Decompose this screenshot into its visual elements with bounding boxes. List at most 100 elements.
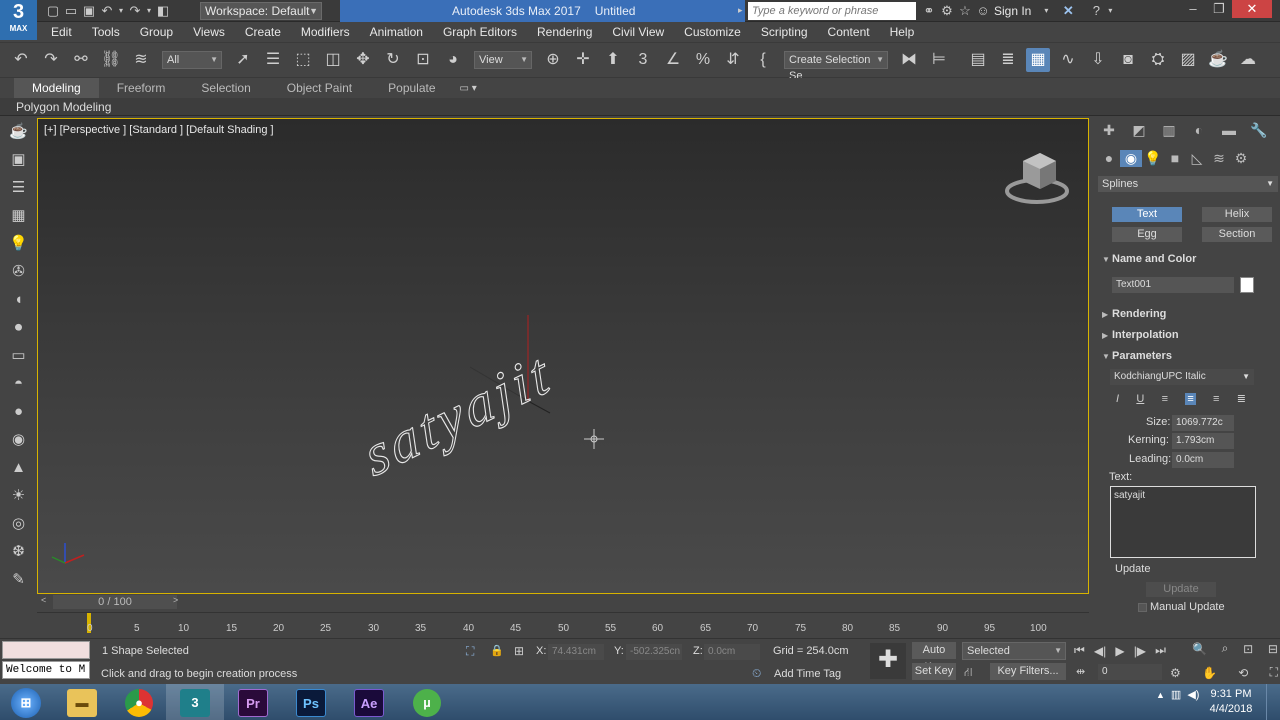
clock[interactable]: 9:31 PM 4/4/2018 [1206, 687, 1256, 717]
object-color-swatch[interactable] [1240, 277, 1254, 293]
plane-icon[interactable]: ▭ [0, 342, 37, 370]
sphere-icon[interactable]: ● [0, 398, 37, 426]
shapes-icon[interactable]: ◉ [1120, 149, 1142, 167]
menu-animation[interactable]: Animation [360, 22, 433, 42]
text-content-area[interactable]: satyajit [1110, 486, 1256, 558]
tab-freeform[interactable]: Freeform [99, 78, 184, 98]
pivot-center-icon[interactable]: ⊕ [541, 48, 565, 72]
kerning-spinner[interactable]: 1.793cm [1172, 433, 1234, 449]
exchange-apps-icon[interactable]: ✕ [1059, 2, 1077, 20]
timeline-ruler[interactable]: 0 5 10 15 20 25 30 35 40 45 50 55 60 65 … [37, 612, 1089, 636]
lock-selection-icon[interactable]: 🔒 [490, 644, 504, 657]
parameters-rollout[interactable]: ▼ Parameters [1102, 350, 1172, 362]
align-left-icon[interactable]: ≡ [1162, 393, 1168, 405]
select-and-rotate-icon[interactable]: ↻ [381, 48, 405, 72]
zoom-icon[interactable]: 🔍 [1192, 642, 1207, 656]
maxscript-mini-listener[interactable]: Welcome to M [2, 661, 90, 679]
undo-dropdown-icon[interactable]: ▾ [116, 2, 126, 20]
list-icon[interactable]: ☰ [0, 174, 37, 202]
y-coord-field[interactable]: -502.325cn [626, 644, 682, 660]
taskbar-premiere[interactable]: Pr [224, 684, 282, 720]
previous-frame-icon[interactable]: ◀| [1094, 644, 1106, 658]
sign-in-link[interactable]: Sign In [994, 4, 1031, 18]
project-folder-icon[interactable]: ◧ [154, 2, 172, 20]
go-to-start-icon[interactable]: ⏮ [1074, 643, 1085, 658]
undo-icon[interactable]: ↶ [98, 2, 116, 20]
z-coord-field[interactable]: 0.0cm [704, 644, 760, 660]
menu-graph-editors[interactable]: Graph Editors [433, 22, 527, 42]
time-tag-icon[interactable]: ⏲ [752, 666, 761, 681]
auto-key-button[interactable]: Auto Key [912, 642, 956, 673]
app-menu-button[interactable]: 3 MAX [0, 0, 37, 40]
name-and-color-rollout[interactable]: ▼ Name and Color [1102, 253, 1196, 265]
object-category-dropdown[interactable]: Splines ▼ [1098, 176, 1278, 192]
update-button[interactable]: Update [1146, 582, 1216, 597]
leading-spinner[interactable]: 0.0cm [1172, 452, 1234, 468]
curve-editor-icon[interactable]: ∿ [1056, 48, 1080, 72]
grid-icon[interactable]: ▦ [0, 202, 37, 230]
start-button[interactable]: ⊞ [0, 684, 52, 720]
mirror-icon[interactable]: ⧓ [897, 48, 921, 72]
cameras-icon[interactable]: ■ [1164, 150, 1186, 166]
select-object-icon[interactable]: ➚ [231, 48, 255, 72]
display-tab-icon[interactable]: ▬ [1214, 122, 1244, 138]
perspective-viewport[interactable]: [+] [Perspective ] [Standard ] [Default … [37, 118, 1089, 594]
absolute-mode-icon[interactable]: ⊞ [514, 644, 524, 658]
ribbon-options-icon[interactable]: ▭ ▾ [460, 83, 477, 94]
menu-civil-view[interactable]: Civil View [602, 22, 674, 42]
align-icon[interactable]: ⊨ [927, 48, 951, 72]
tab-selection[interactable]: Selection [183, 78, 268, 98]
space-warps-icon[interactable]: ≋ [1208, 150, 1230, 167]
align-center-icon[interactable]: ≡ [1185, 392, 1196, 405]
brush-icon[interactable]: ✎ [0, 566, 37, 594]
time-configuration-icon[interactable]: ⚙ [1170, 666, 1181, 680]
user-icon[interactable]: ☺ [974, 2, 992, 20]
manual-update-checkbox[interactable]: Manual Update [1138, 601, 1225, 613]
play-icon[interactable]: ▶ [1115, 644, 1124, 658]
camera-icon[interactable]: ✇ [0, 258, 37, 286]
restore-icon[interactable]: ❐ [1206, 0, 1232, 18]
zoom-all-icon[interactable]: ⌕ [1222, 641, 1229, 656]
close-icon[interactable]: ✕ [1232, 0, 1272, 18]
selection-filter-dropdown[interactable]: All ▼ [162, 51, 222, 69]
create-tab-icon[interactable]: ✚ [1094, 122, 1124, 139]
snaps-toggle-icon[interactable]: 3 [631, 48, 655, 72]
binoculars-icon[interactable]: ⚭ [920, 2, 938, 20]
network-icon[interactable]: ▥ [1171, 688, 1181, 701]
edit-named-selection-icon[interactable]: { [751, 48, 775, 72]
maximize-viewport-icon[interactable]: ⛶ [1270, 665, 1278, 680]
menu-views[interactable]: Views [183, 22, 235, 42]
redo-icon[interactable]: ↷ [126, 2, 144, 20]
taskbar-photoshop[interactable]: Ps [282, 684, 340, 720]
menu-group[interactable]: Group [130, 22, 183, 42]
orbit-icon[interactable]: ⟲ [1238, 666, 1248, 680]
interpolation-rollout[interactable]: ▶ Interpolation [1102, 329, 1179, 341]
zoom-extents-all-icon[interactable]: ⊟ [1268, 642, 1278, 656]
angle-snap-icon[interactable]: ∠ [661, 48, 685, 72]
isolate-selection-icon[interactable]: ⛶ [466, 644, 474, 659]
scene-explorer-icon[interactable]: ▤ [966, 48, 990, 72]
pan-view-icon[interactable]: ✋ [1202, 666, 1217, 680]
rendering-rollout[interactable]: ▶ Rendering [1102, 308, 1166, 320]
lights-icon[interactable]: 💡 [1142, 150, 1164, 167]
help-icon[interactable]: ? [1087, 2, 1105, 20]
maxscript-listener-top[interactable] [2, 641, 90, 659]
tab-modeling[interactable]: Modeling [14, 78, 99, 98]
default-in-out-tangent-icon[interactable]: ⛙ [964, 665, 972, 681]
help-dropdown-icon[interactable]: ▾ [1105, 2, 1115, 20]
justify-icon[interactable]: ≣ [1237, 392, 1246, 405]
go-to-end-icon[interactable]: ⏭ [1155, 643, 1166, 658]
zoom-extents-icon[interactable]: ⊡ [1243, 642, 1253, 656]
x-coord-field[interactable]: 74.431cm [548, 644, 604, 660]
current-frame-field[interactable]: 0 [1098, 664, 1162, 680]
teapot-icon[interactable]: ☕ [0, 118, 37, 146]
search-expand-icon[interactable]: ▸ [738, 5, 743, 16]
add-time-tag-link[interactable]: Add Time Tag [774, 668, 841, 680]
menu-edit[interactable]: Edit [37, 22, 82, 42]
subscription-icon[interactable]: ⚙ [938, 2, 956, 20]
minimize-icon[interactable]: – [1180, 0, 1206, 18]
taskbar-utorrent[interactable]: µ [398, 684, 456, 720]
sun-icon[interactable]: ☀ [0, 482, 37, 510]
material-editor-icon[interactable]: ◙ [1116, 48, 1140, 72]
select-and-link-icon[interactable]: ⚯ [69, 48, 93, 72]
